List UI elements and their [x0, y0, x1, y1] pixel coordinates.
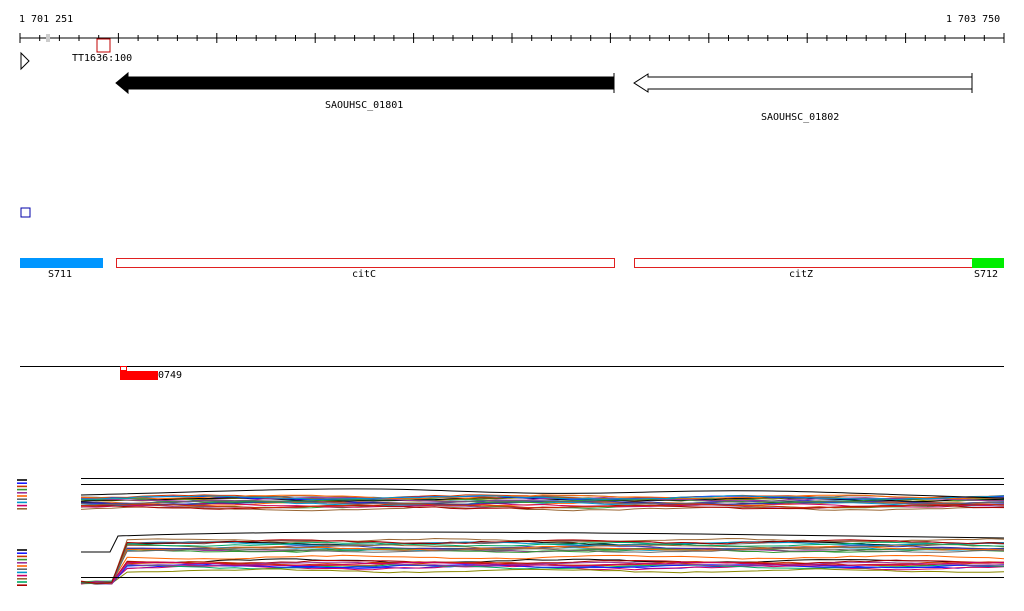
segment-label-citz: citZ — [789, 269, 814, 280]
segment-s712[interactable] — [972, 258, 1004, 268]
segment-label-s711: S711 — [48, 269, 73, 280]
gene-arrow-saouhsc-01801[interactable] — [115, 71, 615, 95]
tss-label: TT1636:100 — [72, 53, 133, 64]
expression-panel-bottom[interactable] — [80, 531, 1005, 585]
tss-marker[interactable] — [96, 38, 111, 53]
triangle-right-icon[interactable] — [20, 51, 30, 71]
expression-profile-line — [80, 568, 1005, 585]
gene-label-saouhsc-01801: SAOUHSC_01801 — [325, 100, 404, 111]
small-square-icon[interactable] — [20, 207, 31, 218]
genome-browser-canvas[interactable] — [0, 0, 1024, 611]
feature-0749-box[interactable] — [120, 371, 158, 380]
feature-0749-tick — [120, 366, 127, 371]
segment-label-citc: citC — [352, 269, 377, 280]
segment-citc[interactable] — [116, 258, 615, 268]
feature-label-0749: 0749 — [158, 370, 183, 381]
coordinate-ruler — [19, 33, 1005, 43]
gene-label-saouhsc-01802: SAOUHSC_01802 — [761, 112, 840, 123]
expression-profile-line — [80, 563, 1005, 585]
segment-label-s712: S712 — [974, 269, 999, 280]
gene-arrow-saouhsc-01802[interactable] — [633, 73, 973, 93]
scroll-marker-icon[interactable] — [46, 34, 50, 42]
expression-legend-top — [17, 479, 27, 510]
segment-citz[interactable] — [634, 258, 973, 268]
expression-legend-bottom — [17, 549, 27, 587]
expression-panel-top[interactable] — [80, 478, 1005, 512]
segment-s711[interactable] — [20, 258, 103, 268]
